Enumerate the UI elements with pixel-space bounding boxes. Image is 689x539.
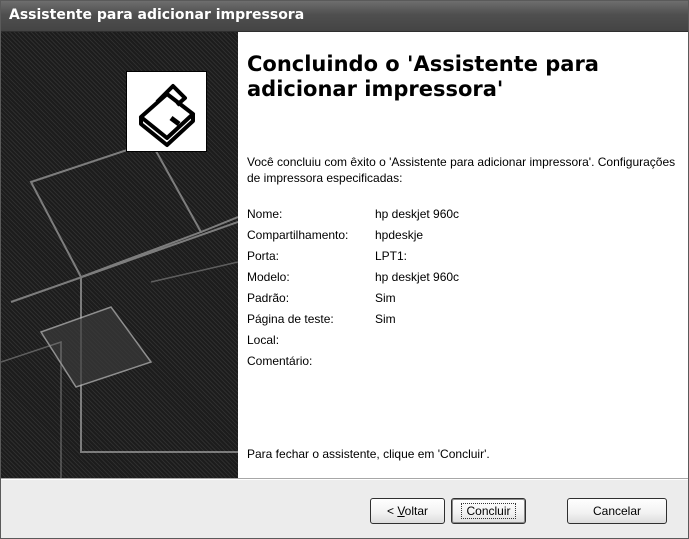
cancel-button[interactable]: Cancelar xyxy=(567,498,667,524)
cancel-button-label: Cancelar xyxy=(592,504,642,518)
setting-value: hp deskjet 960c xyxy=(375,207,460,221)
button-separator xyxy=(1,478,688,480)
setting-value: hp deskjet 960c xyxy=(375,270,460,284)
wizard-content: Concluindo o 'Assistente para adicionar … xyxy=(238,32,688,478)
printer-icon-box xyxy=(126,71,207,152)
setting-label: Padrão: xyxy=(247,291,290,305)
printer-icon xyxy=(139,84,195,147)
back-button[interactable]: < Voltar xyxy=(370,498,445,524)
closing-instruction: Para fechar o assistente, clique em 'Con… xyxy=(247,447,490,461)
finish-button[interactable]: Concluir xyxy=(451,498,526,524)
back-button-mnemonic: V xyxy=(397,504,405,518)
setting-label: Página de teste: xyxy=(247,312,334,326)
back-button-label: oltar xyxy=(404,504,429,518)
setting-label: Nome: xyxy=(247,207,283,221)
title-bar[interactable]: Assistente para adicionar impressora xyxy=(1,1,688,32)
finish-button-label: Concluir xyxy=(461,503,516,519)
setting-label: Comentário: xyxy=(247,354,313,368)
setting-label: Porta: xyxy=(247,249,280,263)
setting-value: LPT1: xyxy=(375,249,408,263)
completion-message: Você concluiu com êxito o 'Assistente pa… xyxy=(247,155,676,185)
wizard-window: Assistente para adicionar impressora Con… xyxy=(0,0,689,539)
setting-label: Local: xyxy=(247,333,280,347)
back-button-prefix: < xyxy=(386,504,398,518)
setting-label: Modelo: xyxy=(247,270,290,284)
setting-value: hpdeskje xyxy=(375,228,424,242)
setting-label: Compartilhamento: xyxy=(247,228,349,242)
window-title: Assistente para adicionar impressora xyxy=(9,7,305,23)
page-title: Concluindo o 'Assistente para adicionar … xyxy=(247,52,599,101)
setting-value: Sim xyxy=(375,312,396,326)
setting-value: Sim xyxy=(375,291,396,305)
wizard-side-panel xyxy=(1,32,238,478)
